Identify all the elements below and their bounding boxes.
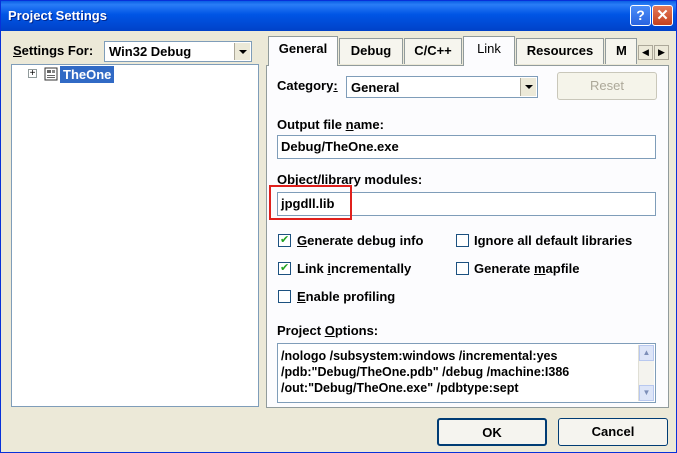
tab-cpp[interactable]: C/C++ [404, 38, 462, 64]
chevron-down-icon[interactable] [234, 43, 250, 60]
highlight-box [269, 185, 352, 220]
scroll-down-icon[interactable]: ▼ [639, 385, 654, 401]
project-options-line: /nologo /subsystem:windows /incremental:… [281, 349, 558, 363]
scroll-up-icon[interactable]: ▲ [639, 345, 654, 361]
project-options-label: Project Options: [277, 323, 379, 338]
tab-scroll-left-icon[interactable]: ◀ [638, 45, 653, 60]
generate-debug-label[interactable]: Generate debug info [297, 233, 423, 248]
generate-debug-checkbox[interactable] [278, 233, 291, 247]
generate-mapfile-checkbox[interactable] [456, 262, 469, 275]
tab-general[interactable]: General [268, 36, 338, 66]
project-settings-dialog: Project Settings ? ✕ Settings For: Win32… [0, 0, 677, 453]
tab-resources[interactable]: Resources [516, 38, 604, 64]
window-title: Project Settings [8, 8, 107, 23]
chevron-down-icon[interactable] [520, 78, 536, 96]
link-incrementally-checkbox[interactable] [278, 261, 291, 275]
expand-icon[interactable]: + [28, 69, 37, 79]
enable-profiling-label[interactable]: Enable profiling [297, 289, 395, 304]
link-incrementally-label[interactable]: Link incrementally [297, 261, 411, 276]
tab-scroll-right-icon[interactable]: ▶ [654, 45, 669, 60]
reset-button[interactable]: Reset [557, 72, 657, 100]
tab-debug[interactable]: Debug [339, 38, 403, 64]
ignore-libraries-label[interactable]: Ignore all default libraries [474, 233, 632, 248]
settings-for-value: Win32 Debug [109, 44, 192, 59]
project-icon [44, 67, 58, 81]
project-options-textarea[interactable]: /nologo /subsystem:windows /incremental:… [277, 343, 656, 403]
generate-mapfile-label[interactable]: Generate mapfile [474, 261, 580, 276]
category-combo[interactable]: General [346, 76, 538, 98]
tree-item-theone[interactable]: TheOne [60, 66, 115, 83]
ok-button[interactable]: OK [437, 418, 547, 446]
project-options-text: /nologo /subsystem:windows /incremental:… [281, 348, 569, 396]
project-tree[interactable]: + TheOne [11, 64, 259, 407]
tab-more[interactable]: M [605, 38, 637, 64]
tab-link[interactable]: Link [463, 36, 515, 66]
project-options-line: /pdb:"Debug/TheOne.pdb" /debug /machine:… [281, 365, 570, 379]
question-mark-icon: ? [636, 7, 645, 23]
category-label: Category: [277, 78, 338, 93]
title-bar[interactable]: Project Settings ? ✕ [1, 1, 676, 31]
output-file-input[interactable]: Debug/TheOne.exe [277, 135, 656, 159]
category-value: General [351, 80, 400, 95]
output-file-label: Output file name: [277, 117, 384, 132]
close-icon: ✕ [656, 7, 669, 24]
help-button[interactable]: ? [630, 5, 651, 26]
enable-profiling-checkbox[interactable] [278, 290, 291, 303]
settings-for-combo[interactable]: Win32 Debug [104, 41, 252, 62]
project-options-line: /out:"Debug/TheOne.exe" /pdbtype:sept [281, 381, 519, 395]
vertical-scrollbar[interactable]: ▲ ▼ [638, 345, 654, 401]
close-button[interactable]: ✕ [652, 5, 673, 26]
settings-for-label: Settings For: [13, 43, 94, 58]
cancel-button[interactable]: Cancel [558, 418, 668, 446]
ignore-libraries-checkbox[interactable] [456, 234, 469, 247]
